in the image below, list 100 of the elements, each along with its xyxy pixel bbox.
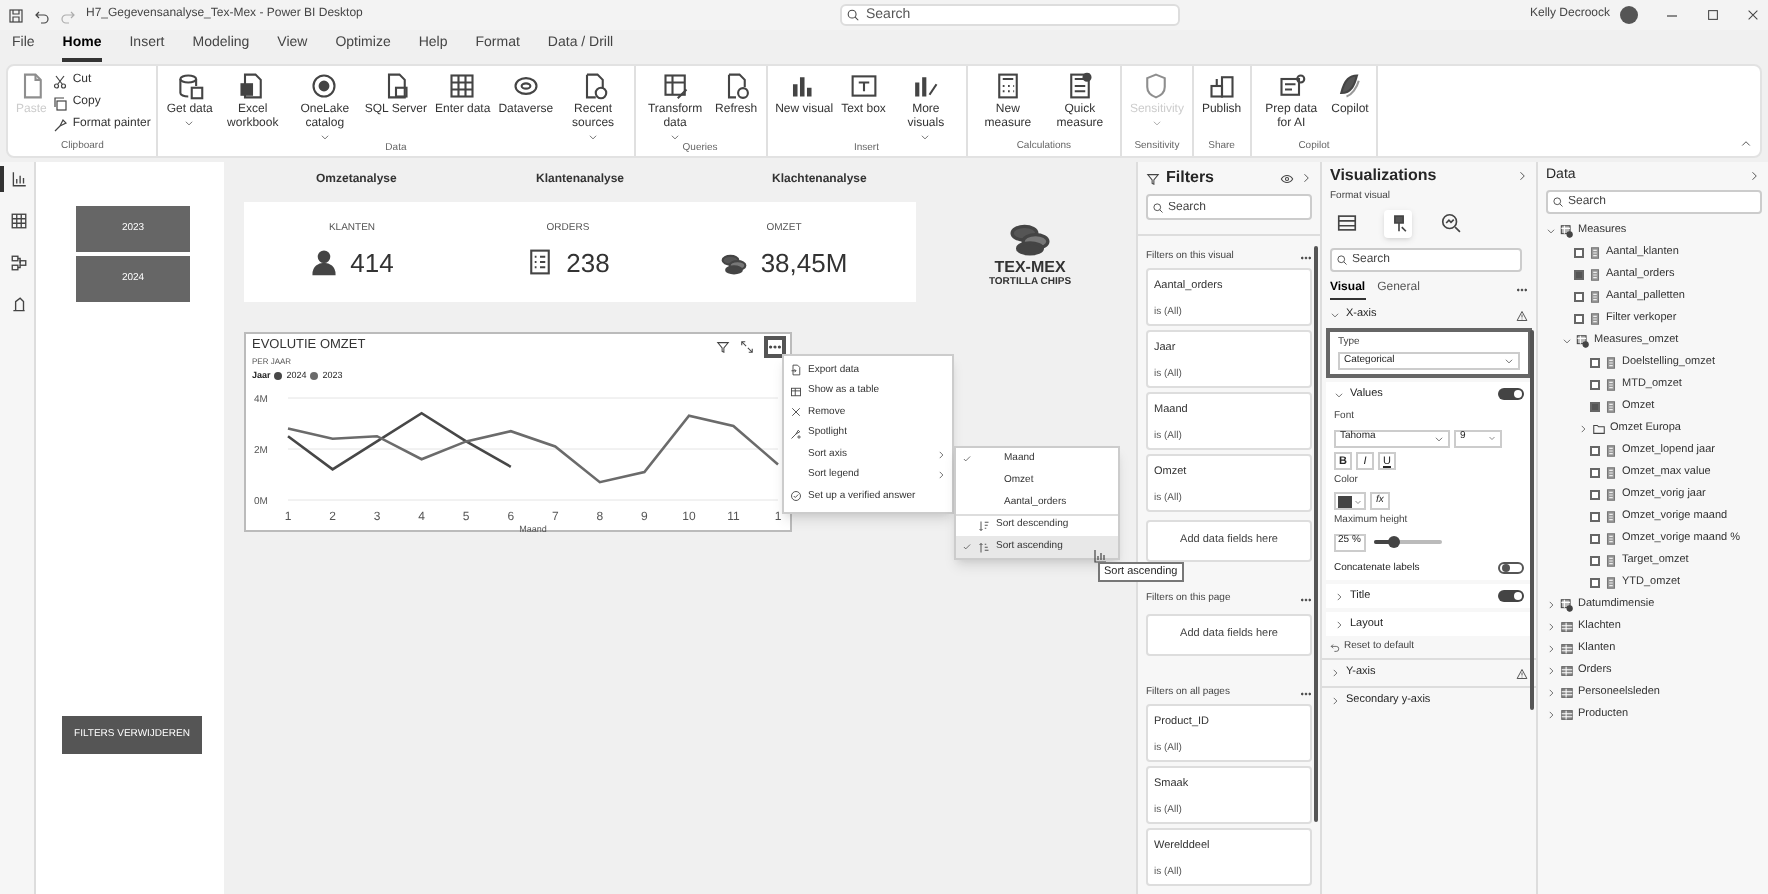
caret-icon	[1354, 497, 1362, 505]
color-picker[interactable]	[1334, 492, 1366, 510]
scrollbar[interactable]	[1314, 246, 1318, 822]
avatar[interactable]	[1620, 6, 1638, 24]
checkbox[interactable]	[1574, 314, 1584, 324]
checkbox[interactable]	[1590, 490, 1600, 500]
caret-icon	[1434, 433, 1444, 443]
table-badge-icon	[1560, 224, 1574, 238]
more-icon[interactable]	[1300, 594, 1312, 606]
publish-icon	[1207, 72, 1236, 100]
text-box-icon	[849, 72, 878, 100]
refresh-icon	[722, 72, 751, 100]
chevron-right-icon[interactable]	[1748, 170, 1760, 182]
maximize-icon[interactable]	[1706, 8, 1720, 22]
sort-icon	[978, 520, 990, 532]
chevron-right-icon	[1546, 600, 1556, 610]
calculator-icon	[1604, 378, 1618, 392]
more-icon[interactable]	[1300, 252, 1312, 264]
report-icon	[10, 170, 28, 188]
chevron-down-icon	[1330, 310, 1340, 320]
calculator-icon	[1604, 576, 1618, 590]
shield-icon	[1142, 72, 1171, 100]
chevron-down-icon	[1546, 226, 1556, 236]
chevron-right-icon[interactable]	[1300, 172, 1312, 184]
checkbox[interactable]	[1590, 556, 1600, 566]
save-icon[interactable]	[8, 7, 24, 23]
table-icon	[790, 385, 802, 398]
slider-thumb[interactable]	[1388, 536, 1401, 548]
chevron-right-icon[interactable]	[1516, 170, 1528, 182]
checkbox[interactable]	[1590, 358, 1600, 368]
scissors-icon	[52, 73, 69, 89]
eye-icon[interactable]	[1280, 171, 1294, 185]
checkbox[interactable]	[1590, 380, 1600, 390]
checkbox[interactable]	[1590, 578, 1600, 588]
document-icon	[1277, 72, 1306, 100]
chevron-right-icon	[1578, 424, 1588, 434]
table-pen-icon	[661, 72, 690, 100]
person-icon	[310, 248, 339, 277]
calculator-icon	[1604, 554, 1618, 568]
chevron-down-icon	[1562, 336, 1572, 346]
kpi-value: 38,45M	[760, 245, 848, 281]
bar-chart-icon	[911, 72, 940, 100]
caret-icon	[1488, 434, 1496, 442]
grid-icon	[448, 72, 477, 100]
more-options-button[interactable]	[764, 336, 786, 358]
search-icon	[846, 8, 860, 22]
close-icon[interactable]	[1746, 8, 1760, 22]
checklist-icon	[526, 248, 555, 277]
checkbox[interactable]	[1574, 292, 1584, 302]
spotlight-icon	[790, 427, 802, 440]
checkbox[interactable]	[1590, 446, 1600, 456]
search-icon	[1336, 253, 1348, 265]
calculator-icon	[1588, 268, 1602, 282]
toggle-switch[interactable]	[1498, 388, 1524, 400]
filter-icon	[1146, 171, 1160, 185]
sort-icon	[978, 541, 990, 553]
undo-icon[interactable]	[34, 7, 50, 23]
more-icon[interactable]	[1300, 688, 1312, 700]
scrollbar[interactable]	[1530, 330, 1534, 710]
chevron-right-icon	[1334, 591, 1344, 601]
export-icon	[790, 364, 802, 377]
calculator-icon	[1604, 356, 1618, 370]
checkbox[interactable]	[1574, 248, 1584, 258]
checkbox[interactable]	[1574, 270, 1584, 280]
collapse-icon[interactable]	[1740, 138, 1752, 150]
checkbox[interactable]	[1590, 534, 1600, 544]
calculator-icon	[1588, 290, 1602, 304]
chevron-right-icon	[1546, 688, 1556, 698]
check-icon	[962, 542, 972, 552]
calculator-icon	[1604, 510, 1618, 524]
pane-tab[interactable]	[1332, 209, 1360, 237]
model-icon	[10, 254, 28, 272]
undo-icon	[1330, 642, 1340, 652]
logo-name: TEX-MEX	[994, 258, 1066, 276]
focus-mode-icon[interactable]	[740, 340, 754, 354]
copy-icon	[52, 95, 69, 111]
toggle-switch[interactable]	[1498, 590, 1524, 602]
kpi-value: 238	[566, 245, 610, 281]
pane-title: Filters	[1166, 166, 1217, 190]
warning-icon	[1516, 667, 1528, 679]
pane-tab[interactable]	[1384, 209, 1412, 237]
check-circle-icon	[790, 490, 802, 503]
calculator-icon	[1588, 246, 1602, 260]
pane-title: Visualizations	[1330, 164, 1439, 188]
grid-icon	[10, 212, 28, 230]
close-icon	[790, 406, 802, 419]
folder-icon	[1592, 422, 1606, 436]
checkbox[interactable]	[1590, 402, 1600, 412]
checkbox[interactable]	[1590, 512, 1600, 522]
pane-tab[interactable]	[1436, 209, 1464, 237]
table-icon	[1560, 686, 1574, 700]
chevron-right-icon	[1546, 644, 1556, 654]
chevron-right-icon	[1330, 696, 1340, 706]
filter-icon[interactable]	[716, 340, 730, 354]
database-icon	[175, 72, 204, 100]
more-icon[interactable]	[1516, 283, 1528, 295]
table-icon	[1560, 620, 1574, 634]
kpi-value: 414	[350, 245, 394, 281]
toggle-switch[interactable]	[1498, 562, 1524, 575]
checkbox[interactable]	[1590, 468, 1600, 478]
